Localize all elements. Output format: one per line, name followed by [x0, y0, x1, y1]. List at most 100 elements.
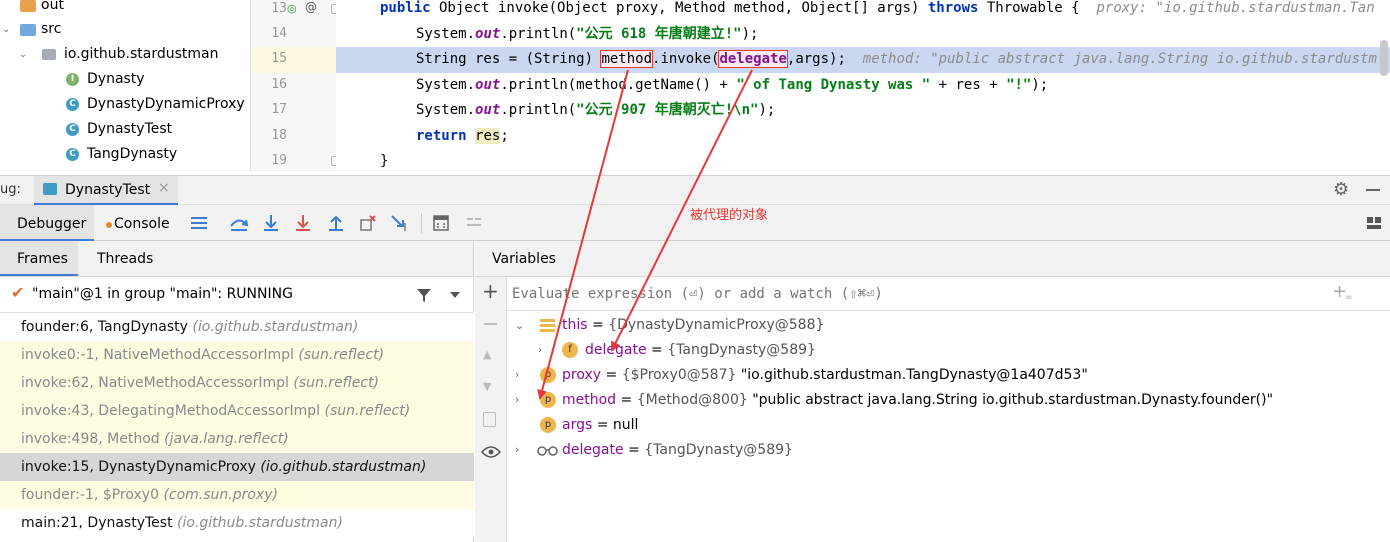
- trace-icon[interactable]: [464, 213, 484, 233]
- code-line-15-execution-point: String res = (String) method.invoke(dele…: [336, 47, 1390, 73]
- minimize-icon[interactable]: [1366, 189, 1380, 191]
- tree-item-dynasty-dynamic-proxy[interactable]: C DynastyDynamicProxy: [0, 92, 250, 117]
- stack-frame[interactable]: invoke:62, NativeMethodAccessorImpl (sun…: [0, 369, 474, 397]
- line-number: 14: [271, 26, 287, 41]
- restore-layout-icon[interactable]: [1364, 213, 1384, 233]
- move-down-icon[interactable]: ▼: [483, 380, 491, 393]
- variable-row-delegate-field[interactable]: › f delegate = {TangDynasty@589}: [507, 338, 1390, 363]
- tab-frames[interactable]: Frames: [0, 241, 78, 276]
- tab-debugger[interactable]: Debugger: [0, 205, 94, 241]
- chevron-down-icon[interactable]: ⌄: [19, 42, 27, 67]
- chevron-down-icon[interactable]: ⌄: [2, 17, 10, 42]
- class-icon: C: [66, 98, 79, 111]
- tree-item-src[interactable]: ⌄ src: [0, 17, 250, 42]
- stack-frame[interactable]: main:21, DynastyTest (io.github.stardust…: [0, 509, 474, 537]
- code-line-19: }: [380, 153, 389, 169]
- class-icon: C: [66, 148, 79, 161]
- debug-label: ug:: [0, 182, 21, 197]
- interface-icon: I: [66, 73, 79, 86]
- remove-watch-icon[interactable]: [484, 323, 497, 325]
- chevron-right-icon[interactable]: ›: [515, 437, 519, 462]
- check-icon: ✔: [11, 283, 25, 302]
- parameter-icon: p: [540, 417, 556, 433]
- frames-list: founder:6, TangDynasty (io.github.stardu…: [0, 313, 474, 542]
- drop-frame-icon[interactable]: [358, 213, 378, 233]
- toolbar-separator: [421, 213, 422, 233]
- force-step-into-icon[interactable]: [293, 213, 313, 233]
- move-up-icon[interactable]: ▲: [483, 348, 491, 361]
- stack-frame[interactable]: invoke:498, Method (java.lang.reflect): [0, 425, 474, 453]
- filter-icon[interactable]: [415, 286, 433, 304]
- implements-marker-icon[interactable]: ◎: [287, 2, 297, 15]
- tab-threads[interactable]: Threads: [86, 241, 156, 276]
- chevron-down-icon[interactable]: [449, 290, 461, 300]
- tree-item-out[interactable]: out: [0, 0, 250, 18]
- variable-row-delegate-watch[interactable]: › delegate = {TangDynasty@589}: [507, 438, 1390, 463]
- code-line-16: System.out.println(method.getName() + " …: [416, 77, 1049, 93]
- stack-frame[interactable]: invoke0:-1, NativeMethodAccessorImpl (su…: [0, 341, 474, 369]
- layout-icon[interactable]: [189, 213, 209, 233]
- code-line-17: System.out.println("公元 907 年唐朝灭亡!\n");: [416, 102, 776, 118]
- variables-tree: ⌄ this = {DynastyDynamicProxy@588} › f d…: [507, 311, 1390, 542]
- gear-icon[interactable]: ⚙: [1333, 179, 1349, 200]
- debug-tool-window-header: ug: DynastyTest × ⚙: [0, 175, 1390, 205]
- inline-value-hint: method: "public abstract java.lang.Strin…: [862, 51, 1377, 67]
- variables-header: Variables: [475, 241, 1390, 277]
- annotation-marker-icon: @: [305, 0, 317, 14]
- step-out-icon[interactable]: [326, 213, 346, 233]
- step-over-icon[interactable]: [229, 213, 249, 233]
- code-line-18: return res;: [416, 128, 509, 144]
- line-number: 19: [271, 153, 287, 168]
- parameter-icon: p: [540, 367, 556, 383]
- stack-frame[interactable]: founder:6, TangDynasty (io.github.stardu…: [0, 313, 474, 341]
- folder-icon: [20, 24, 36, 36]
- watch-glasses-icon: ∞: [1345, 293, 1353, 303]
- annotation-label: 被代理的对象: [690, 208, 769, 223]
- evaluate-expression-icon[interactable]: [431, 213, 451, 233]
- debug-session-tab[interactable]: DynastyTest ×: [34, 176, 178, 205]
- variable-row-proxy[interactable]: › p proxy = {$Proxy0@587} "io.github.sta…: [507, 363, 1390, 388]
- folder-icon: [20, 0, 36, 12]
- chevron-down-icon[interactable]: ⌄: [515, 313, 524, 338]
- project-tree: out ⌄ src ⌄ io.github.stardustman I Dyna…: [0, 0, 250, 172]
- editor-scrollbar[interactable]: [1380, 40, 1388, 76]
- eye-icon[interactable]: [481, 445, 501, 459]
- code-line-14: System.out.println("公元 618 年唐朝建立!");: [416, 26, 759, 42]
- chevron-right-icon[interactable]: ›: [538, 337, 542, 362]
- line-number: 16: [271, 77, 287, 92]
- stack-frame[interactable]: invoke:15, DynastyDynamicProxy (io.githu…: [0, 453, 474, 481]
- tab-console[interactable]: Console: [100, 205, 180, 241]
- thread-selector[interactable]: ✔ "main"@1 in group "main": RUNNING: [0, 277, 474, 313]
- chevron-right-icon[interactable]: ›: [515, 362, 519, 387]
- chevron-right-icon[interactable]: ›: [515, 387, 519, 412]
- variable-row-args[interactable]: p args = null: [507, 413, 1390, 438]
- code-editor[interactable]: public Object invoke(Object proxy, Metho…: [336, 0, 1390, 172]
- tree-item-package[interactable]: ⌄ io.github.stardustman: [0, 42, 250, 67]
- variable-row-this[interactable]: ⌄ this = {DynastyDynamicProxy@588}: [507, 313, 1390, 338]
- frames-header: Frames Threads: [0, 241, 474, 277]
- copy-icon[interactable]: [483, 412, 496, 427]
- test-class-icon: C: [66, 123, 79, 136]
- code-line-13: public Object invoke(Object proxy, Metho…: [380, 0, 1375, 16]
- debugger-toolbar: Debugger Console 被代理的对象: [0, 205, 1390, 241]
- evaluate-expression-input[interactable]: [512, 281, 1312, 307]
- stack-frame[interactable]: invoke:43, DelegatingMethodAccessorImpl …: [0, 397, 474, 425]
- add-watch-icon[interactable]: +: [482, 279, 499, 303]
- step-into-icon[interactable]: [261, 213, 281, 233]
- stack-frame[interactable]: founder:-1, $Proxy0 (com.sun.proxy): [0, 481, 474, 509]
- variable-row-method[interactable]: › p method = {Method@800} "public abstra…: [507, 388, 1390, 413]
- evaluate-expression-row: + ∞: [507, 277, 1390, 311]
- close-icon[interactable]: ×: [158, 180, 170, 196]
- tree-item-dynasty-test[interactable]: C DynastyTest: [0, 117, 250, 142]
- line-number: 18: [271, 128, 287, 143]
- delegate-field-highlight[interactable]: delegate: [718, 50, 788, 68]
- parameter-icon: p: [540, 392, 556, 408]
- line-number: 17: [271, 102, 287, 117]
- tree-item-dynasty[interactable]: I Dynasty: [0, 67, 250, 92]
- package-icon: [42, 49, 56, 60]
- tree-item-tang-dynasty[interactable]: C TangDynasty: [0, 142, 250, 167]
- editor-gutter[interactable]: 13 ◎ @ 14 15 16 17 18 19: [250, 0, 339, 172]
- run-config-icon: [43, 183, 57, 195]
- method-reference-highlight[interactable]: method: [600, 50, 654, 68]
- run-to-cursor-icon[interactable]: [390, 213, 410, 233]
